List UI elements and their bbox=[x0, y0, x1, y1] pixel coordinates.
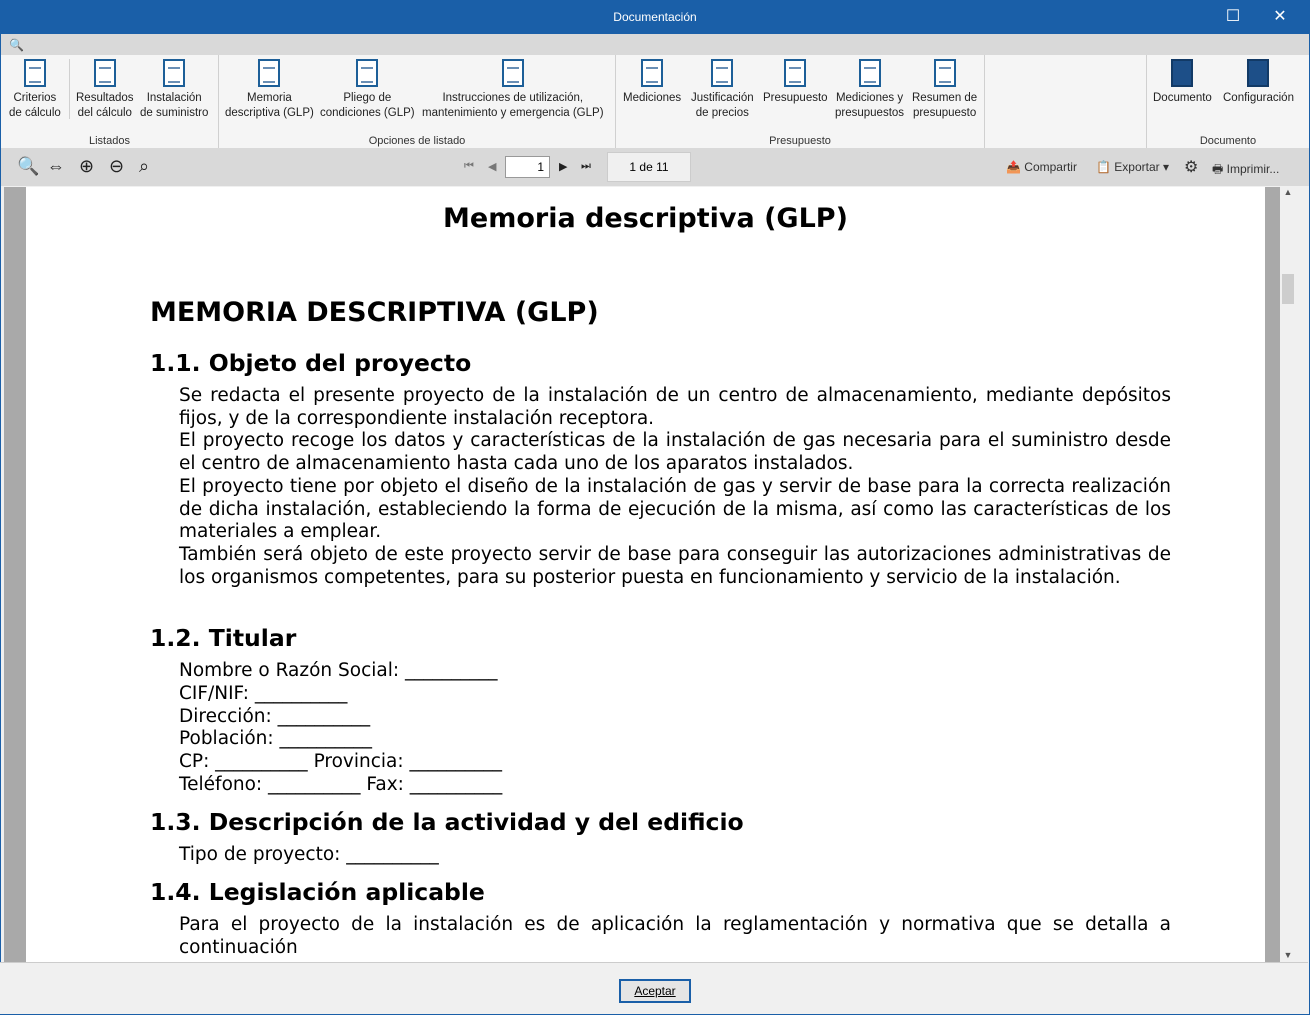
checklist-icon bbox=[163, 59, 186, 87]
section-heading: 1.2. Titular bbox=[150, 624, 297, 652]
first-page-icon[interactable]: ⏮ bbox=[464, 160, 474, 173]
memoria-descriptiva-button[interactable]: Memoria descriptiva (GLP) bbox=[225, 59, 314, 121]
resultados-calculo-button[interactable]: Resultados del cálculo bbox=[76, 59, 134, 121]
calculator-icon bbox=[93, 59, 116, 87]
spreadsheet-icon bbox=[933, 59, 956, 87]
mediciones-button[interactable]: Mediciones bbox=[623, 59, 681, 106]
close-button[interactable]: ✕ bbox=[1257, 0, 1303, 34]
section-heading: 1.1. Objeto del proyecto bbox=[150, 349, 472, 377]
group-listados: Criterios de cálculo Resultados del cálcul… bbox=[1, 55, 219, 148]
prev-page-icon[interactable]: ◀ bbox=[488, 160, 496, 173]
instrucciones-button[interactable]: Instrucciones de utilización, mantenimien… bbox=[422, 59, 604, 121]
section-heading: 1.3. Descripción de la actividad y del e… bbox=[150, 808, 744, 836]
document-title: Memoria descriptiva (GLP) bbox=[443, 203, 848, 234]
spreadsheet-icon bbox=[641, 59, 664, 87]
zoom-page-icon[interactable]: 🔍 bbox=[17, 156, 39, 177]
justificacion-precios-button[interactable]: Justificación de precios bbox=[691, 59, 754, 121]
settings-icon[interactable]: ⚙ bbox=[1184, 157, 1198, 177]
document-viewer: Memoria descriptiva (GLP) MEMORIA DESCRI… bbox=[4, 187, 1280, 962]
group-label: Documento bbox=[1199, 135, 1257, 147]
divider bbox=[69, 59, 70, 119]
maximize-button[interactable]: ☐ bbox=[1210, 0, 1256, 34]
zoom-selection-icon[interactable]: ⌕ bbox=[139, 156, 149, 177]
spreadsheet-icon bbox=[784, 59, 807, 87]
document-icon bbox=[258, 59, 281, 87]
page-count: 1 de 11 bbox=[607, 152, 691, 182]
scroll-down-icon[interactable]: ▼ bbox=[1280, 950, 1296, 960]
instalacion-suministro-button[interactable]: Instalación de suministro bbox=[140, 59, 208, 121]
search-bar: 🔍 bbox=[1, 34, 1309, 55]
accept-button[interactable]: Aceptar bbox=[619, 979, 691, 1003]
criterios-calculo-button[interactable]: Criterios de cálculo bbox=[9, 59, 61, 121]
group-documento: Documento Configuración Documento bbox=[1146, 55, 1309, 148]
section-heading: 1.4. Legislación aplicable bbox=[150, 878, 485, 906]
document-icon bbox=[501, 59, 524, 87]
next-page-icon[interactable]: ▶ bbox=[559, 160, 567, 173]
scroll-thumb[interactable] bbox=[1282, 274, 1294, 304]
share-button[interactable]: 📤 Compartir bbox=[1006, 160, 1077, 174]
dialog-footer: Aceptar bbox=[0, 962, 1308, 1014]
spreadsheet-icon bbox=[858, 59, 881, 87]
fit-width-icon[interactable]: ⇔ bbox=[47, 156, 65, 177]
page-number-input[interactable]: 1 bbox=[505, 156, 550, 178]
share-icon: 📤 bbox=[1006, 160, 1021, 174]
spreadsheet-icon bbox=[711, 59, 734, 87]
window-title: Documentación bbox=[613, 10, 697, 24]
section-body: Se redacta el presente proyecto de la in… bbox=[179, 385, 1171, 588]
document-page: Memoria descriptiva (GLP) MEMORIA DESCRI… bbox=[26, 187, 1265, 962]
zoom-out-icon[interactable]: ⊖ bbox=[109, 156, 124, 177]
printer-icon: 🖶 bbox=[1212, 162, 1224, 176]
group-label: Presupuesto bbox=[769, 135, 831, 147]
ribbon: Criterios de cálculo Resultados del cálcul… bbox=[1, 55, 1309, 148]
last-page-icon[interactable]: ⏭ bbox=[581, 160, 591, 173]
section-body: Para el proyecto de la instalación es de… bbox=[179, 914, 1171, 958]
scroll-up-icon[interactable]: ▲ bbox=[1280, 187, 1296, 197]
document-icon bbox=[356, 59, 379, 87]
title-bar: Documentación ☐ ✕ bbox=[1, 0, 1309, 34]
search-icon[interactable]: 🔍 bbox=[9, 38, 24, 52]
resumen-presupuesto-button[interactable]: Resumen de presupuesto bbox=[912, 59, 977, 121]
viewer-toolbar: 🔍 ⇔ ⊕ ⊖ ⌕ ⏮ ◀ 1 ▶ ⏭ 1 de 11 📤 Compartir … bbox=[1, 148, 1309, 186]
book-gear-icon bbox=[1247, 59, 1270, 87]
group-opciones-listado: Memoria descriptiva (GLP) Pliego de condic… bbox=[219, 55, 616, 148]
configuracion-button[interactable]: Configuración bbox=[1223, 59, 1294, 106]
zoom-in-icon[interactable]: ⊕ bbox=[79, 156, 94, 177]
vertical-scrollbar[interactable]: ▲ ▼ bbox=[1280, 187, 1296, 962]
book-icon bbox=[1171, 59, 1194, 87]
export-button[interactable]: 📋 Exportar ▾ bbox=[1096, 160, 1169, 174]
mediciones-presupuestos-button[interactable]: Mediciones y presupuestos bbox=[835, 59, 904, 121]
group-label: Listados bbox=[89, 135, 130, 147]
documento-button[interactable]: Documento bbox=[1153, 59, 1212, 106]
print-button[interactable]: 🖶 Imprimir... bbox=[1212, 160, 1279, 181]
main-heading: MEMORIA DESCRIPTIVA (GLP) bbox=[150, 297, 599, 328]
group-label: Opciones de listado bbox=[368, 135, 466, 147]
export-icon: 📋 bbox=[1096, 160, 1111, 174]
titular-fields: Nombre o Razón Social: __________ CIF/NI… bbox=[179, 660, 503, 795]
group-presupuesto: Mediciones Justificación de precios Presu… bbox=[616, 55, 985, 148]
presupuesto-button[interactable]: Presupuesto bbox=[763, 59, 828, 106]
document-icon bbox=[23, 59, 46, 87]
pliego-condiciones-button[interactable]: Pliego de condiciones (GLP) bbox=[320, 59, 415, 121]
